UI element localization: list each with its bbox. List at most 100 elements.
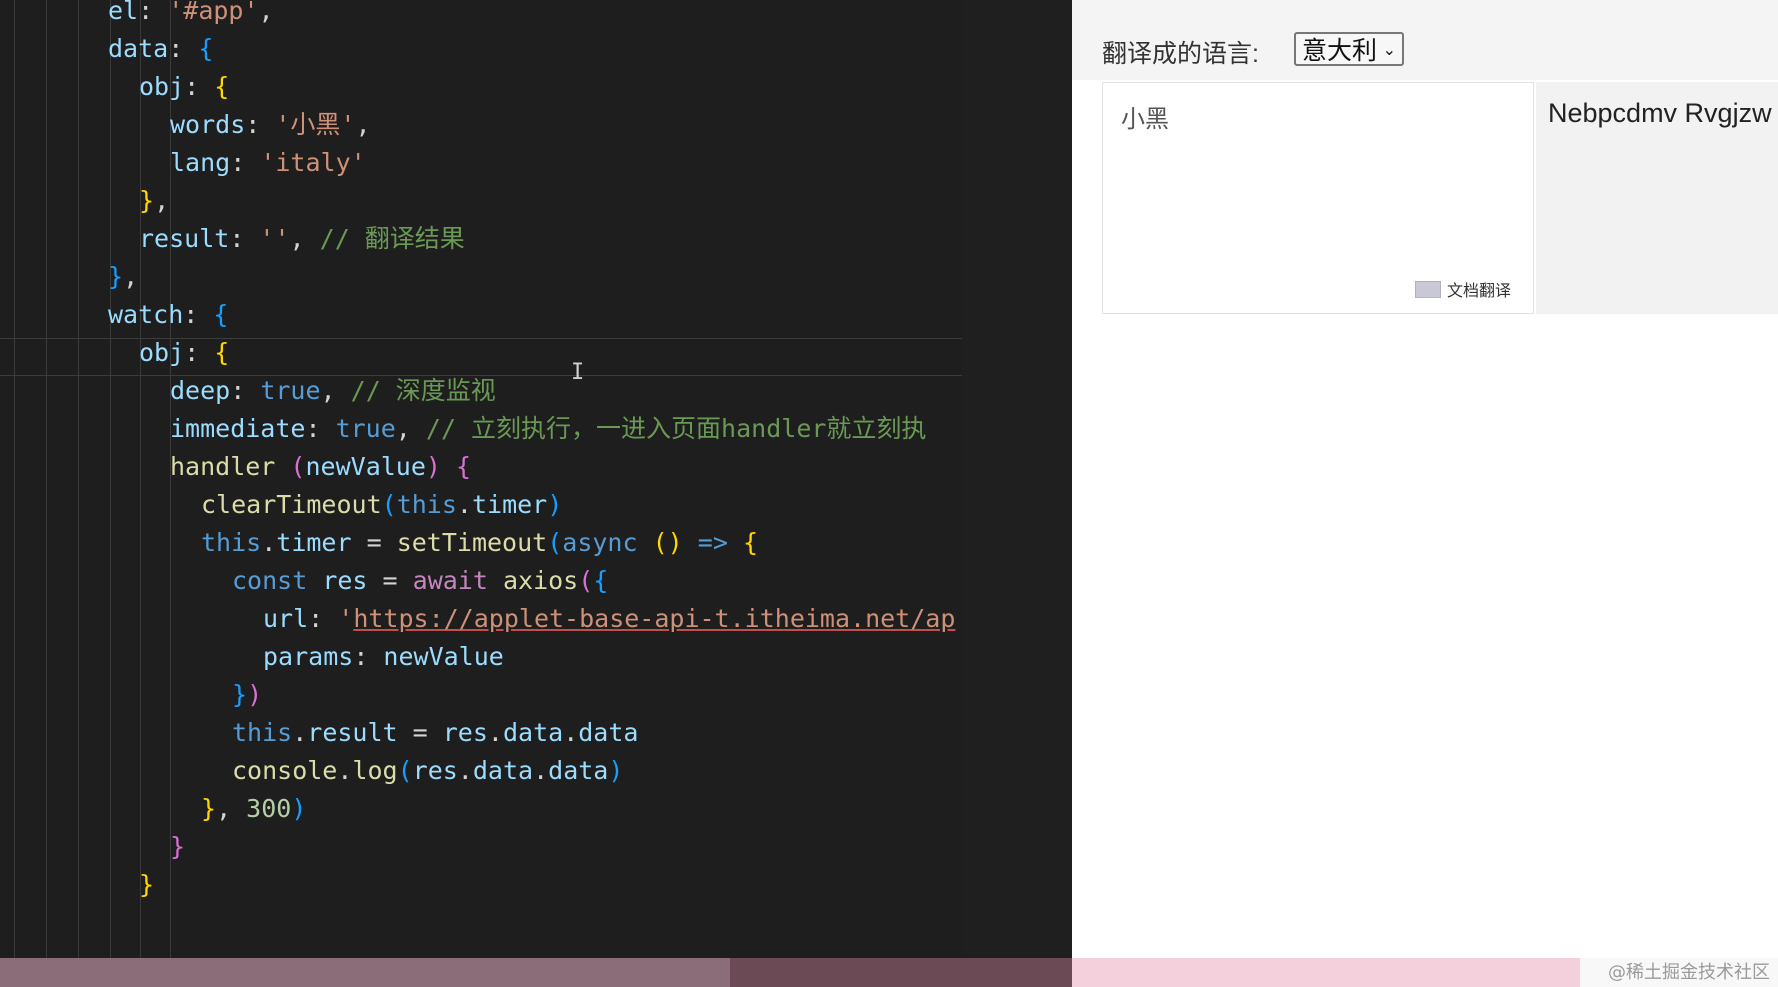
code-line[interactable]: el: '#app', <box>108 0 274 30</box>
code-token: } <box>139 186 155 215</box>
code-token: timer <box>471 490 548 519</box>
code-token: ( <box>397 756 413 785</box>
code-line[interactable]: url: 'https://applet-base-api-t.itheima.… <box>263 600 955 638</box>
code-token: lang <box>170 148 231 177</box>
code-token: axios <box>502 566 579 595</box>
code-token: , <box>355 110 371 139</box>
code-token: async <box>562 528 638 557</box>
code-token: , <box>320 376 351 405</box>
code-token: . <box>457 756 473 785</box>
code-line[interactable]: immediate: true, // 立刻执行，一进入页面handler就立刻… <box>170 410 926 448</box>
code-editor[interactable]: el: '#app', data: {obj: {words: '小黑', lang… <box>0 0 962 987</box>
code-token: el <box>108 0 139 25</box>
code-token: watch <box>108 300 184 329</box>
code-line[interactable]: } <box>139 866 154 904</box>
code-token: this <box>232 718 293 747</box>
code-token: // 翻译结果 <box>319 224 465 253</box>
code-token: : <box>184 338 215 367</box>
code-token: clearTimeout <box>201 490 382 519</box>
indent-guide <box>140 0 141 987</box>
language-select[interactable]: 意大利 ⌄ <box>1294 32 1404 66</box>
code-line[interactable]: clearTimeout(this.timer) <box>201 486 562 524</box>
code-token: ' <box>338 604 354 633</box>
code-token: . <box>261 528 277 557</box>
code-token: : <box>353 642 384 671</box>
indent-guide <box>14 0 15 987</box>
code-token: { <box>198 34 214 63</box>
bottom-strip-left <box>0 958 730 987</box>
code-token: , <box>289 224 320 253</box>
code-token: true <box>335 414 396 443</box>
code-token: : <box>138 0 169 25</box>
source-text-box[interactable]: 小黑 文档翻译 <box>1102 82 1534 314</box>
translation-result-text: Nebpcdmv Rvgjzw <box>1548 98 1772 128</box>
bottom-strip <box>0 958 1778 987</box>
code-line[interactable]: deep: true, // 深度监视 <box>170 372 496 410</box>
code-token: . <box>533 756 549 785</box>
code-line[interactable]: }, <box>108 258 138 296</box>
code-token: : <box>184 72 215 101</box>
code-token: , <box>258 0 274 25</box>
code-token: : <box>305 414 336 443</box>
code-token: , <box>395 414 426 443</box>
indent-guide <box>110 0 111 987</box>
code-line[interactable]: console.log(res.data.data) <box>232 752 623 790</box>
document-icon <box>1415 280 1441 298</box>
code-token: : <box>230 376 261 405</box>
code-line[interactable]: params: newValue <box>263 638 504 676</box>
code-token: : <box>245 110 276 139</box>
code-token: true <box>260 376 321 405</box>
code-token: res <box>412 756 458 785</box>
code-token: res <box>442 718 488 747</box>
code-token: ) <box>291 794 307 823</box>
code-token: deep <box>170 376 231 405</box>
code-token: . <box>456 490 472 519</box>
code-line[interactable]: watch: { <box>108 296 228 334</box>
code-token: . <box>337 756 353 785</box>
code-token: 300 <box>246 794 292 823</box>
watermark: @稀土掘金技术社区 <box>1608 962 1770 983</box>
code-token: ) <box>247 680 263 709</box>
code-token: newValue <box>305 452 426 481</box>
code-token: ) <box>425 452 441 481</box>
code-token: = <box>397 718 443 747</box>
code-line[interactable]: }) <box>232 676 262 714</box>
browser-preview: 翻译成的语言: 意大利 ⌄ 小黑 文档翻译 Nebpcdmv Rvgjzw <box>1072 0 1778 987</box>
code-token: result <box>307 718 398 747</box>
text-cursor: I <box>571 360 585 385</box>
code-line[interactable]: this.timer = setTimeout(async () => { <box>201 524 758 562</box>
code-token: words <box>170 110 246 139</box>
code-line[interactable]: result: '', // 翻译结果 <box>139 220 465 258</box>
code-token: '#app' <box>168 0 259 25</box>
code-line[interactable]: lang: 'italy' <box>170 144 366 182</box>
code-line[interactable]: data: { <box>108 30 213 68</box>
code-line[interactable]: this.result = res.data.data <box>232 714 638 752</box>
code-token: obj <box>139 338 185 367</box>
bottom-strip-pink <box>1072 958 1580 987</box>
code-line[interactable]: handler (newValue) { <box>170 448 471 486</box>
code-token: log <box>352 756 398 785</box>
code-line[interactable]: } <box>170 828 185 866</box>
code-token: // 立刻执行，一进入页面handler就立刻执 <box>425 414 927 443</box>
code-token: } <box>201 794 217 823</box>
code-token: = <box>367 566 413 595</box>
code-token: : <box>183 300 214 329</box>
code-line[interactable]: obj: { <box>139 334 229 372</box>
document-translate-button[interactable]: 文档翻译 <box>1415 277 1511 301</box>
code-line[interactable]: }, 300) <box>201 790 306 828</box>
code-line[interactable]: const res = await axios({ <box>232 562 608 600</box>
code-token: '' <box>259 224 290 253</box>
code-token: https://applet-base-api-t.itheima.net/ap <box>353 604 956 633</box>
code-token: . <box>563 718 579 747</box>
code-line[interactable]: words: '小黑', <box>170 106 371 144</box>
code-token: res <box>322 566 368 595</box>
code-token: , <box>123 262 139 291</box>
code-token: => <box>697 528 728 557</box>
language-select-value: 意大利 <box>1302 37 1378 65</box>
code-line[interactable]: }, <box>139 182 169 220</box>
code-line[interactable]: obj: { <box>139 68 229 106</box>
